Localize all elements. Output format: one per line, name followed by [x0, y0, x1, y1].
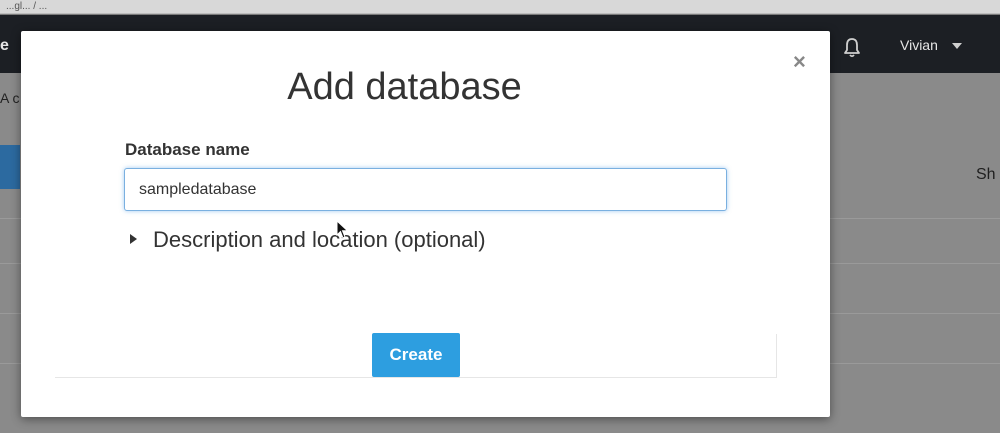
- browser-address-bar: ...gl... / ...: [0, 0, 1000, 14]
- disclosure-triangle-icon: [130, 234, 137, 245]
- user-name: Vivian: [900, 37, 938, 53]
- database-name-label: Database name: [125, 140, 250, 159]
- modal-title: Add database: [287, 66, 522, 108]
- browser-url-text: ...gl... / ...: [6, 1, 48, 12]
- description-location-toggle[interactable]: Description and location (optional): [130, 227, 486, 253]
- database-name-input[interactable]: [124, 168, 727, 211]
- mouse-cursor-icon: [336, 220, 349, 239]
- background-right-text: Sh: [976, 166, 996, 183]
- caret-down-icon: [951, 43, 962, 50]
- navbar-left-text: e: [0, 37, 9, 54]
- bell-icon[interactable]: [840, 36, 864, 60]
- create-button[interactable]: Create: [372, 333, 460, 377]
- modal-footer-divider: [55, 377, 777, 378]
- user-menu[interactable]: Vivian: [900, 37, 962, 53]
- description-location-label: Description and location (optional): [153, 227, 486, 252]
- modal-footer-edge: [776, 334, 777, 377]
- background-button: [0, 145, 20, 189]
